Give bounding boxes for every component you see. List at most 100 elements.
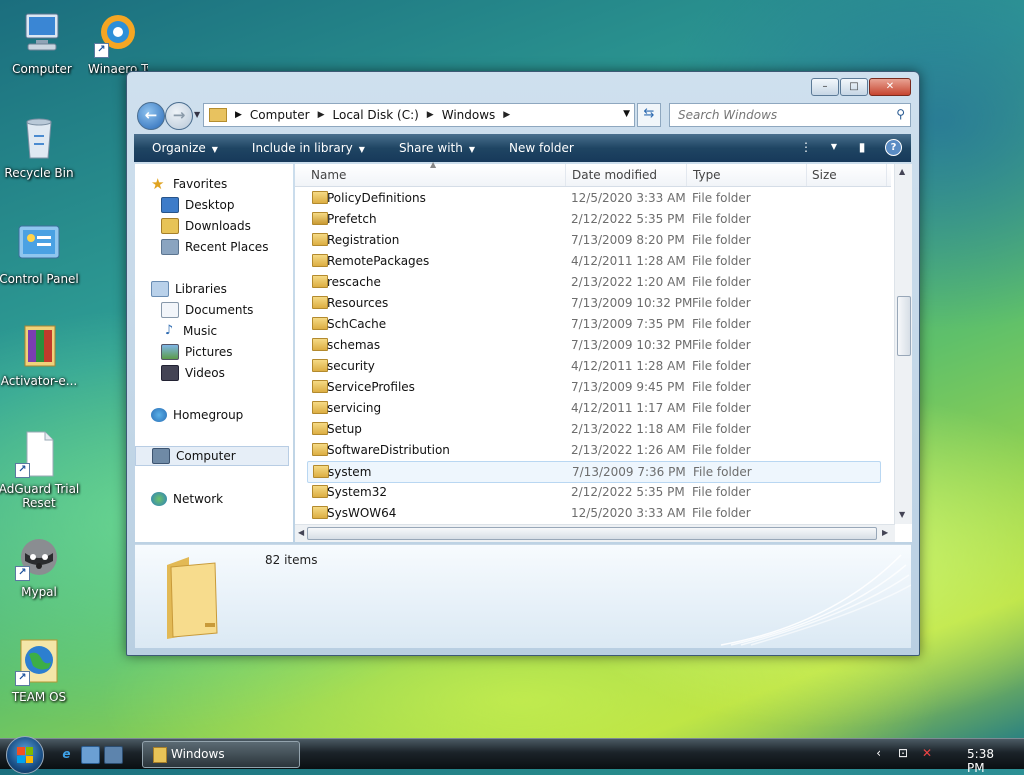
folder-icon: [312, 485, 328, 498]
cell-name: servicing: [327, 401, 382, 415]
address-dropdown-icon[interactable]: ▼: [623, 109, 630, 119]
cell-date: 7/13/2009 7:36 PM: [572, 465, 686, 479]
globe-icon: ↗: [15, 638, 63, 686]
table-row[interactable]: System32 2/12/2022 5:35 PM File folder: [307, 482, 879, 502]
breadcrumb-separator-icon[interactable]: ▶: [235, 110, 242, 120]
table-row[interactable]: Setup 2/13/2022 1:18 AM File folder: [307, 419, 879, 439]
table-row[interactable]: servicing 4/12/2011 1:17 AM File folder: [307, 398, 879, 418]
breadcrumb-computer[interactable]: Computer: [250, 108, 310, 122]
cell-date: 4/12/2011 1:28 AM: [571, 254, 686, 268]
details-pane: 82 items: [135, 544, 911, 648]
vertical-scroll-thumb[interactable]: [897, 296, 911, 356]
nav-network[interactable]: Network: [151, 489, 223, 509]
cell-date: 2/12/2022 5:35 PM: [571, 212, 685, 226]
nav-videos[interactable]: Videos: [161, 363, 225, 383]
table-row[interactable]: ServiceProfiles 7/13/2009 9:45 PM File fol…: [307, 377, 879, 397]
breadcrumb-separator-icon[interactable]: ▶: [318, 110, 325, 120]
vertical-scrollbar[interactable]: ▲ ▼: [894, 164, 912, 524]
close-button[interactable]: ✕: [869, 78, 911, 96]
maximize-button[interactable]: □: [840, 78, 868, 96]
breadcrumb-separator-icon[interactable]: ▶: [503, 110, 510, 120]
start-button[interactable]: [6, 736, 44, 774]
nav-favorites[interactable]: ★ Favorites: [151, 174, 227, 194]
volume-muted-icon[interactable]: ✕: [922, 746, 932, 760]
table-row[interactable]: security 4/12/2011 1:28 AM File folder: [307, 356, 879, 376]
show-desktop-icon[interactable]: [81, 746, 100, 764]
desktop-icon-control-panel[interactable]: Control Panel: [0, 220, 81, 286]
nav-desktop[interactable]: Desktop: [161, 195, 235, 215]
search-box[interactable]: ⚲: [669, 103, 911, 127]
desktop-icon-mypal[interactable]: ↗ Mypal: [0, 533, 81, 599]
table-row[interactable]: system 7/13/2009 7:36 PM File folder: [307, 461, 881, 483]
nav-libraries[interactable]: Libraries: [151, 279, 227, 299]
table-row[interactable]: SysWOW64 12/5/2020 3:33 AM File folder: [307, 503, 879, 523]
table-row[interactable]: Prefetch 2/12/2022 5:35 PM File folder: [307, 209, 879, 229]
scroll-right-icon[interactable]: ▶: [882, 528, 888, 537]
table-row[interactable]: PolicyDefinitions 12/5/2020 3:33 AM File f…: [307, 188, 879, 208]
table-row[interactable]: schemas 7/13/2009 10:32 PM File folder: [307, 335, 879, 355]
search-input[interactable]: [676, 105, 880, 125]
address-bar[interactable]: ▶ Computer ▶ Local Disk (C:) ▶ Windows ▶…: [203, 103, 635, 127]
table-row[interactable]: SchCache 7/13/2009 7:35 PM File folder: [307, 314, 879, 334]
internet-explorer-icon[interactable]: e: [58, 746, 75, 762]
cell-name: System32: [327, 485, 388, 499]
folder-icon: [159, 553, 221, 639]
column-date-modified[interactable]: Date modified: [566, 164, 687, 186]
back-button[interactable]: ←: [137, 102, 165, 130]
horizontal-scrollbar[interactable]: ◀ ▶: [295, 524, 895, 542]
nav-computer[interactable]: Computer: [135, 446, 289, 466]
search-icon[interactable]: ⚲: [896, 107, 905, 121]
nav-recent-places[interactable]: Recent Places: [161, 237, 268, 257]
horizontal-scroll-thumb[interactable]: [307, 527, 877, 540]
switch-windows-icon[interactable]: [104, 746, 123, 764]
view-options-dropdown[interactable]: ▼: [829, 139, 839, 155]
forward-button[interactable]: →: [165, 102, 193, 130]
desktop-icon-computer[interactable]: Computer: [0, 10, 84, 76]
clock[interactable]: 5:38 PM: [967, 747, 994, 775]
include-in-library-button[interactable]: Include in library ▼: [234, 141, 381, 155]
desktop-icon-team-os[interactable]: ↗ TEAM OS: [0, 638, 81, 704]
organize-button[interactable]: Organize ▼: [134, 141, 234, 155]
nav-homegroup[interactable]: Homegroup: [151, 405, 243, 425]
file-icon: ↗: [15, 430, 63, 478]
breadcrumb-windows[interactable]: Windows: [442, 108, 496, 122]
change-view-button[interactable]: ⋮: [797, 139, 815, 155]
nav-pictures[interactable]: Pictures: [161, 342, 233, 362]
nav-downloads[interactable]: Downloads: [161, 216, 251, 236]
desktop-icon-activator[interactable]: Activator-e...: [0, 322, 81, 388]
column-type[interactable]: Type: [687, 164, 807, 186]
archive-icon: [15, 322, 63, 370]
network-tray-icon[interactable]: ⊡: [898, 746, 908, 760]
view-controls: ⋮ ▼ ▮ ?: [797, 139, 903, 156]
table-row[interactable]: Resources 7/13/2009 10:32 PM File folder: [307, 293, 879, 313]
nav-label: Libraries: [175, 282, 227, 296]
desktop-icon-winaero-tweaker[interactable]: ↗ Winaero Tweak: [76, 10, 160, 76]
new-folder-button[interactable]: New folder: [491, 141, 590, 155]
table-row[interactable]: rescache 2/13/2022 1:20 AM File folder: [307, 272, 879, 292]
cell-name: schemas: [327, 338, 381, 352]
share-with-button[interactable]: Share with ▼: [381, 141, 491, 155]
desktop-icon-adguard-trial-reset[interactable]: ↗ AdGuard Trial Reset: [0, 430, 81, 510]
refresh-button[interactable]: ⇆: [637, 103, 661, 127]
column-name[interactable]: Name: [305, 164, 566, 186]
help-button[interactable]: ?: [885, 139, 903, 156]
table-row[interactable]: SoftwareDistribution 2/13/2022 1:26 AM Fil…: [307, 440, 879, 460]
nav-documents[interactable]: Documents: [161, 300, 253, 320]
preview-pane-button[interactable]: ▮: [853, 139, 871, 155]
show-hidden-icons-icon[interactable]: ‹: [876, 746, 881, 760]
recent-pages-dropdown[interactable]: ▼: [194, 110, 200, 119]
table-row[interactable]: Registration 7/13/2009 8:20 PM File folder: [307, 230, 879, 250]
column-size[interactable]: Size: [806, 164, 887, 186]
breadcrumb-separator-icon[interactable]: ▶: [427, 110, 434, 120]
scroll-down-icon[interactable]: ▼: [899, 510, 905, 519]
scroll-up-icon[interactable]: ▲: [899, 167, 905, 176]
winaero-tweaker-icon: ↗: [94, 10, 142, 58]
minimize-button[interactable]: –: [811, 78, 839, 96]
scroll-left-icon[interactable]: ◀: [298, 528, 304, 537]
breadcrumb-local-disk[interactable]: Local Disk (C:): [333, 108, 419, 122]
nav-music[interactable]: ♪ Music: [161, 321, 217, 341]
table-row[interactable]: RemotePackages 4/12/2011 1:28 AM File fold…: [307, 251, 879, 271]
taskbar-window-button[interactable]: Windows: [142, 741, 300, 768]
cell-type: File folder: [692, 401, 751, 415]
desktop-icon-recycle-bin[interactable]: Recycle Bin: [0, 114, 81, 180]
